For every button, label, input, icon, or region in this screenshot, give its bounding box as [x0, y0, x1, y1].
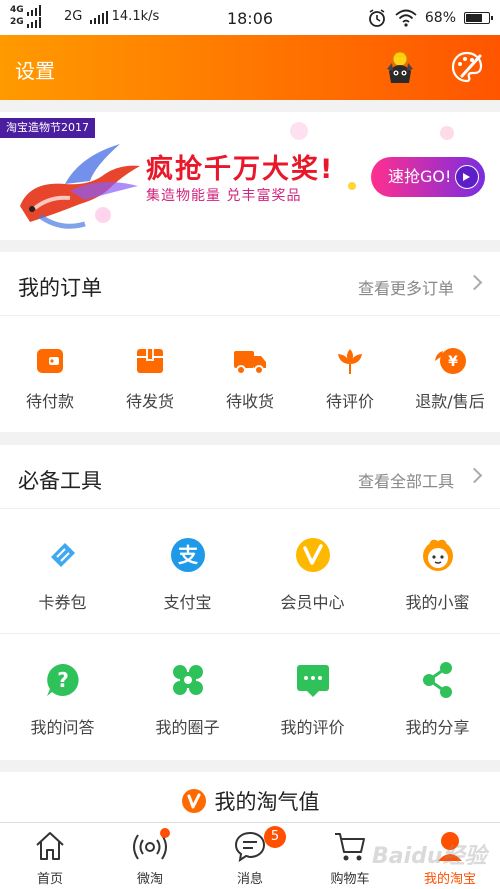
assistant-icon	[422, 539, 453, 571]
status-bar: 4G 2G 2G 14.1k/s 18:06 68%	[0, 0, 500, 35]
comment-icon	[296, 665, 329, 697]
nav-label: 消息	[236, 872, 263, 887]
view-more-orders-link[interactable]: 查看更多订单	[358, 275, 454, 299]
page-title[interactable]: 设置	[15, 55, 55, 84]
arrow-right-icon	[455, 165, 479, 189]
order-pending-shipment[interactable]: 待发货	[100, 316, 200, 432]
tool-label: 我的问答	[30, 718, 95, 737]
ticket-icon	[50, 543, 75, 567]
vip-icon	[295, 538, 330, 572]
svg-text:?: ?	[57, 668, 69, 692]
tool-my-shares[interactable]: 我的分享	[375, 634, 500, 760]
chevron-right-icon	[466, 467, 483, 484]
banner-subline: 集造物能量 兑丰富奖品	[146, 188, 302, 204]
tools-section: 必备工具 查看全部工具 卡券包 支 支付宝 会员中心 我的小蜜 ? 我的问答 我…	[0, 445, 500, 760]
battery-percent: 68%	[424, 10, 456, 26]
nav-weitao[interactable]: 微淘	[100, 823, 200, 889]
order-label: 待收货	[225, 392, 274, 411]
refund-icon: ¥	[435, 348, 466, 374]
wifi-icon	[395, 9, 417, 27]
banner-headline: 疯抢千万大奖!	[146, 154, 335, 185]
notification-dot	[160, 828, 170, 838]
message-count-badge: 5	[264, 826, 286, 848]
tool-label: 我的小蜜	[405, 593, 470, 612]
order-label: 待评价	[325, 392, 374, 411]
taoqi-title: 我的淘气值	[214, 790, 320, 814]
share-icon	[422, 662, 452, 698]
nav-label: 微淘	[136, 872, 163, 887]
message-icon	[234, 831, 266, 863]
order-pending-receipt[interactable]: 待收货	[200, 316, 300, 432]
order-pending-review[interactable]: 待评价	[300, 316, 400, 432]
tool-alipay[interactable]: 支 支付宝	[125, 509, 250, 633]
tool-label: 我的分享	[405, 718, 470, 737]
tool-label: 我的评价	[280, 718, 345, 737]
watermark: Baidu经验	[372, 844, 487, 869]
alarm-icon	[368, 9, 385, 27]
cart-icon	[335, 833, 365, 861]
tool-my-circles[interactable]: 我的圈子	[125, 634, 250, 760]
order-refund-after-sales[interactable]: ¥ 退款/售后	[400, 316, 500, 432]
koi-fish-illustration	[20, 144, 140, 229]
wallet-icon	[37, 349, 63, 373]
grab-now-button[interactable]: 速抢GO!	[371, 157, 485, 197]
svg-text:¥: ¥	[448, 354, 458, 370]
truck-icon	[234, 351, 266, 375]
nav-home[interactable]: 首页	[0, 823, 100, 889]
tool-label: 支付宝	[163, 593, 212, 612]
order-label: 退款/售后	[415, 392, 485, 411]
app-header: 设置	[0, 35, 500, 100]
tool-label: 卡券包	[38, 593, 87, 612]
nav-label: 购物车	[330, 872, 370, 887]
order-label: 待发货	[125, 392, 174, 411]
chevron-right-icon	[466, 274, 483, 291]
tool-label: 我的圈子	[155, 718, 220, 737]
taoqi-badge-icon	[181, 789, 206, 813]
tool-coupons[interactable]: 卡券包	[0, 509, 125, 633]
view-all-tools-link[interactable]: 查看全部工具	[358, 468, 454, 492]
taoqi-section[interactable]: 我的淘气值	[0, 772, 500, 822]
tool-my-reviews[interactable]: 我的评价	[250, 634, 375, 760]
tools-title: 必备工具	[18, 469, 102, 493]
question-icon: ?	[46, 664, 79, 696]
tool-vip-center[interactable]: 会员中心	[250, 509, 375, 633]
package-icon	[137, 349, 163, 373]
svg-text:支: 支	[178, 543, 199, 567]
mascot-avatar-icon[interactable]	[382, 49, 418, 85]
tools-header[interactable]: 必备工具 查看全部工具	[0, 445, 500, 509]
promo-banner[interactable]: 淘宝造物节2017 疯抢千万大奖! 集造物能量 兑丰富奖品 速抢GO!	[0, 112, 500, 240]
tool-my-qa[interactable]: ? 我的问答	[0, 634, 125, 760]
orders-section: 我的订单 查看更多订单 待付款 待发货 待收货 待评价 ¥ 退款/售后	[0, 252, 500, 432]
flower-icon	[338, 349, 362, 374]
festival-tag: 淘宝造物节2017	[0, 118, 95, 138]
tool-label: 会员中心	[280, 593, 345, 612]
nav-label: 我的淘宝	[423, 872, 476, 887]
nav-label: 首页	[36, 872, 63, 887]
circles-icon	[172, 665, 203, 695]
palette-icon[interactable]	[450, 50, 484, 84]
status-right: 68%	[367, 8, 493, 28]
nav-messages[interactable]: 5 消息	[200, 823, 300, 889]
home-icon	[36, 832, 64, 860]
orders-title: 我的订单	[18, 276, 102, 300]
alipay-icon: 支	[170, 538, 205, 572]
tool-my-assistant[interactable]: 我的小蜜	[375, 509, 500, 633]
battery-icon	[464, 12, 493, 24]
grab-now-label: 速抢GO!	[388, 167, 452, 186]
order-label: 待付款	[25, 392, 74, 411]
orders-header[interactable]: 我的订单 查看更多订单	[0, 252, 500, 316]
order-pending-payment[interactable]: 待付款	[0, 316, 100, 432]
